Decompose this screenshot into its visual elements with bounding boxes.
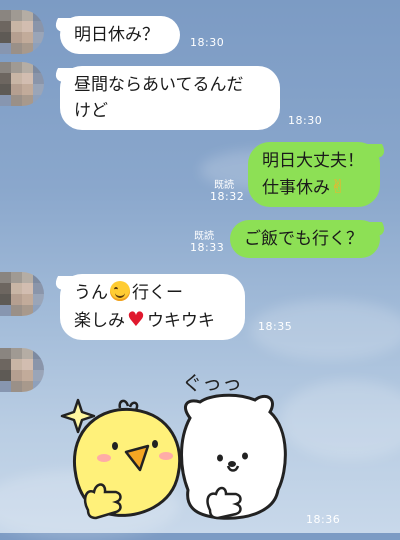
message-text-segment: 行くー [132, 283, 183, 303]
message-text-line: けど [74, 101, 108, 121]
red-heart-icon: ♥ [127, 307, 145, 331]
bear-eye [217, 454, 223, 462]
message-time: 18:35 [258, 320, 293, 333]
chick-eye [152, 440, 158, 448]
message-text-segment: うん [74, 283, 108, 303]
read-receipt: 既読 [194, 231, 214, 242]
message-time: 18:36 [306, 513, 341, 526]
message-time: 18:33 [190, 241, 225, 254]
message-bubble[interactable]: 明日休み？ [60, 16, 180, 54]
chick-and-bear-thumbs-up-sticker[interactable]: ぐっっ [60, 360, 290, 525]
sticker-text: ぐっっ [182, 371, 242, 395]
cloud [280, 380, 400, 460]
message-bubble[interactable]: ご飯でも行く？ [230, 220, 380, 258]
message-text-segment: ウキウキ [146, 311, 215, 331]
avatar[interactable] [0, 272, 44, 316]
read-receipt: 既読 [214, 180, 234, 191]
message-bubble[interactable]: うん 行くー 楽しみ ♥ ウキウキ [60, 274, 245, 340]
message-text-line: 明日大丈夫！ [262, 151, 364, 171]
avatar[interactable] [0, 10, 44, 54]
chick-eye [112, 442, 118, 450]
chick-blush [159, 452, 173, 460]
smiling-face-icon [110, 281, 130, 301]
message-text: 明日休み？ [74, 25, 159, 45]
message-text-line: 仕事休み [262, 178, 330, 198]
chick-blush [97, 454, 111, 462]
avatar[interactable] [0, 348, 44, 392]
bear-eye [242, 452, 248, 460]
message-text: ご飯でも行く？ [244, 229, 363, 249]
message-text-line: 昼間ならあいてるんだ [74, 75, 244, 95]
message-bubble[interactable]: 昼間ならあいてるんだ けど [60, 66, 280, 130]
message-time: 18:32 [210, 190, 245, 203]
avatar[interactable] [0, 62, 44, 106]
message-time: 18:30 [288, 114, 323, 127]
message-bubble[interactable]: 明日大丈夫！ 仕事休み✌ [248, 142, 380, 207]
message-time: 18:30 [190, 36, 225, 49]
victory-hand-icon: ✌ [330, 176, 346, 198]
bear-nose [228, 461, 236, 467]
message-text-segment: 楽しみ [74, 311, 125, 331]
